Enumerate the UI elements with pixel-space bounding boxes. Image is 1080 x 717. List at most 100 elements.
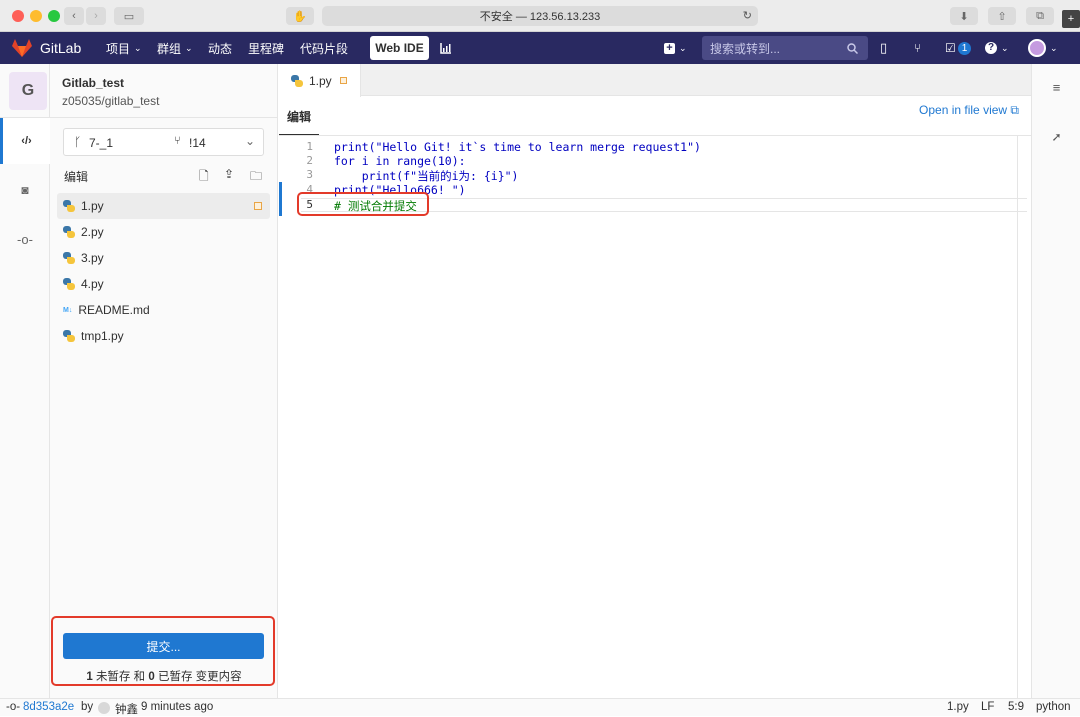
nav-activity[interactable]: 动态	[208, 32, 232, 64]
nav-milestones[interactable]: 里程碑	[248, 32, 284, 64]
file-item-tmp1py[interactable]: tmp1.py	[57, 323, 270, 349]
url-bar[interactable]: 不安全 — 123.56.13.233 ↻	[322, 6, 758, 26]
url-text: 不安全 — 123.56.13.233	[479, 11, 601, 23]
tab-1py[interactable]: 1.py	[279, 64, 361, 97]
file-item-readme[interactable]: M↓ README.md	[57, 297, 270, 323]
project-name[interactable]: Gitlab_test	[62, 76, 124, 90]
new-tab-icon[interactable]: +	[1062, 10, 1080, 28]
file-item-4py[interactable]: 4.py	[57, 271, 270, 297]
share-icon[interactable]: ⇧	[988, 7, 1016, 25]
review-mode-icon[interactable]: ◙	[0, 170, 50, 210]
edit-mode-icon[interactable]: ‹/›	[0, 118, 50, 164]
pipeline-rocket-icon[interactable]: ➚	[1032, 130, 1080, 144]
python-file-icon	[63, 200, 75, 212]
search-placeholder: 搜索或转到...	[710, 41, 781, 56]
commit-time: 9 minutes ago	[141, 701, 214, 713]
nav-snippets[interactable]: 代码片段	[300, 32, 348, 64]
nav-groups[interactable]: 群组 ⌄	[157, 32, 193, 64]
python-file-icon	[63, 252, 75, 264]
outline-icon[interactable]: ≡	[1032, 80, 1080, 95]
markdown-file-icon: M↓	[63, 306, 73, 314]
tab-label: 1.py	[309, 73, 332, 88]
ide-statusbar: -o- 8d353a2e by 钟鑫 9 minutes ago 1.py LF…	[0, 698, 1080, 716]
sidebar-toggle-icon[interactable]: ▭	[114, 7, 144, 25]
project-avatar[interactable]: G	[9, 72, 47, 110]
branch-name: 7-_1	[89, 136, 114, 150]
code-line-1: print("Hello Git! it`s time to learn mer…	[334, 140, 701, 154]
file-name: 1.py	[81, 199, 104, 213]
status-eol: LF	[981, 701, 995, 713]
browser-titlebar: ‹ › ▭ ✋ 不安全 — 123.56.13.233 ↻ ⬇ ⇧ ⧉ +	[0, 0, 1080, 32]
new-directory-icon[interactable]: 🗀	[250, 167, 262, 188]
reload-icon[interactable]: ↻	[743, 9, 752, 22]
divider	[0, 117, 278, 118]
commit-button[interactable]: 提交...	[63, 633, 264, 659]
line-number: 1	[306, 140, 313, 153]
python-file-icon	[291, 74, 303, 87]
branch-icon: ᚴ	[74, 135, 82, 149]
file-name: 4.py	[81, 277, 104, 291]
changes-summary: 1 未暂存 和 0 已暂存 变更内容	[50, 668, 278, 684]
change-gutter-marker	[279, 182, 282, 216]
commit-mode-icon[interactable]: -o-	[0, 219, 50, 259]
search-icon	[847, 43, 858, 54]
status-cursor-position: 5:9	[1008, 701, 1024, 713]
gitlab-logo-icon[interactable]	[12, 39, 32, 57]
merge-requests-icon[interactable]: ⑂	[914, 32, 921, 64]
author-name: 钟鑫	[115, 704, 138, 716]
section-title: 编辑	[64, 170, 89, 184]
editor-ruler	[1017, 136, 1018, 698]
merge-request-id: !14	[189, 136, 206, 150]
back-icon[interactable]: ‹	[64, 7, 84, 25]
new-item-icon[interactable]: + ⌄	[664, 32, 687, 64]
issues-icon[interactable]: ▯	[880, 32, 887, 64]
line-number: 3	[306, 168, 313, 181]
modified-indicator-icon	[254, 202, 262, 210]
file-name: tmp1.py	[81, 329, 124, 343]
commit-icon: -o-	[6, 701, 21, 713]
file-item-1py[interactable]: 1.py	[57, 193, 270, 219]
brand-name[interactable]: GitLab	[40, 32, 81, 64]
code-line-2: for i in range(10):	[334, 154, 466, 168]
new-file-icon[interactable]: 🗋	[199, 167, 209, 188]
code-line-3: print(f"当前的i为: {i}")	[334, 169, 519, 183]
python-file-icon	[63, 278, 75, 290]
modified-indicator-icon	[339, 77, 347, 84]
file-item-2py[interactable]: 2.py	[57, 219, 270, 245]
user-avatar[interactable]: ⌄	[1028, 32, 1058, 64]
search-input[interactable]: 搜索或转到...	[702, 36, 868, 60]
project-path: z05035/gitlab_test	[62, 94, 160, 108]
staged-count: 0	[148, 671, 155, 683]
file-item-3py[interactable]: 3.py	[57, 245, 270, 271]
todos-icon[interactable]: ☑ 1	[945, 32, 972, 64]
file-name: 2.py	[81, 225, 104, 239]
chart-icon[interactable]	[440, 32, 452, 64]
branch-selector[interactable]: ᚴ 7-_1 ⑂ !14 ⌄	[63, 128, 264, 156]
download-icon[interactable]: ⬇	[950, 7, 978, 25]
web-ide-button[interactable]: Web IDE	[370, 36, 429, 60]
status-file: 1.py	[947, 701, 969, 713]
editor-mode-tab[interactable]: 编辑	[287, 108, 311, 125]
ide-right-rail: ≡ ➚	[1031, 64, 1080, 698]
new-line-highlight-box	[297, 192, 429, 216]
divider	[279, 135, 1031, 136]
zoom-window-button[interactable]	[48, 10, 60, 22]
minimize-window-button[interactable]	[30, 10, 42, 22]
help-icon[interactable]: ? ⌄	[985, 32, 1009, 64]
ide-activity-bar: ‹/› ◙ -o-	[0, 64, 50, 698]
open-in-file-view-link[interactable]: Open in file view ⧉	[919, 103, 1019, 118]
file-name: README.md	[78, 303, 150, 317]
commit-sha-link[interactable]: 8d353a2e	[23, 701, 74, 713]
forward-icon[interactable]: ›	[86, 7, 106, 25]
upload-icon[interactable]: ⇪	[224, 167, 234, 181]
file-name: 3.py	[81, 251, 104, 265]
tabs-overview-icon[interactable]: ⧉	[1026, 7, 1054, 25]
status-language: python	[1036, 701, 1071, 713]
by-label: by	[81, 701, 94, 713]
editor-tabbar: 1.py	[279, 64, 1031, 97]
close-window-button[interactable]	[12, 10, 24, 22]
python-file-icon	[63, 226, 75, 238]
extension-icon[interactable]: ✋	[286, 7, 314, 25]
nav-projects[interactable]: 项目 ⌄	[106, 32, 142, 64]
editor-area: 1.py 编辑 Open in file view ⧉ 1 2 3 4 5 pr…	[279, 64, 1031, 698]
